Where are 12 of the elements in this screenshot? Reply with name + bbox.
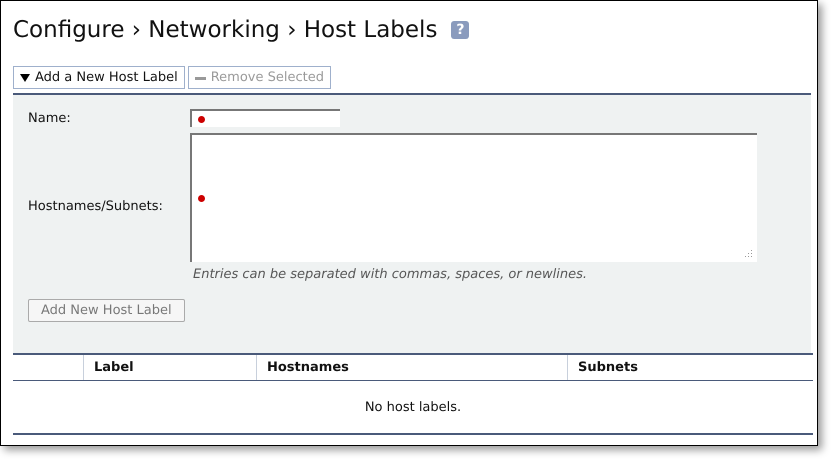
column-header[interactable]: Hostnames: [267, 360, 349, 375]
add-label-toggle[interactable]: Add a New Host Label: [13, 66, 185, 89]
column-header[interactable]: Label: [94, 360, 134, 375]
page-title: Configure › Networking › Host Labels: [13, 17, 438, 43]
name-field[interactable]: [190, 109, 340, 127]
empty-message: No host labels.: [364, 400, 462, 414]
hostnames-field[interactable]: [190, 133, 757, 262]
triangle-icon: [20, 72, 30, 82]
field-label: Name:: [28, 110, 72, 126]
field-label: Hostnames/Subnets:: [28, 199, 164, 214]
field-hint: Entries can be separated with commas, spaces, or newlines.: [193, 267, 588, 282]
column-header[interactable]: Subnets: [578, 360, 638, 375]
